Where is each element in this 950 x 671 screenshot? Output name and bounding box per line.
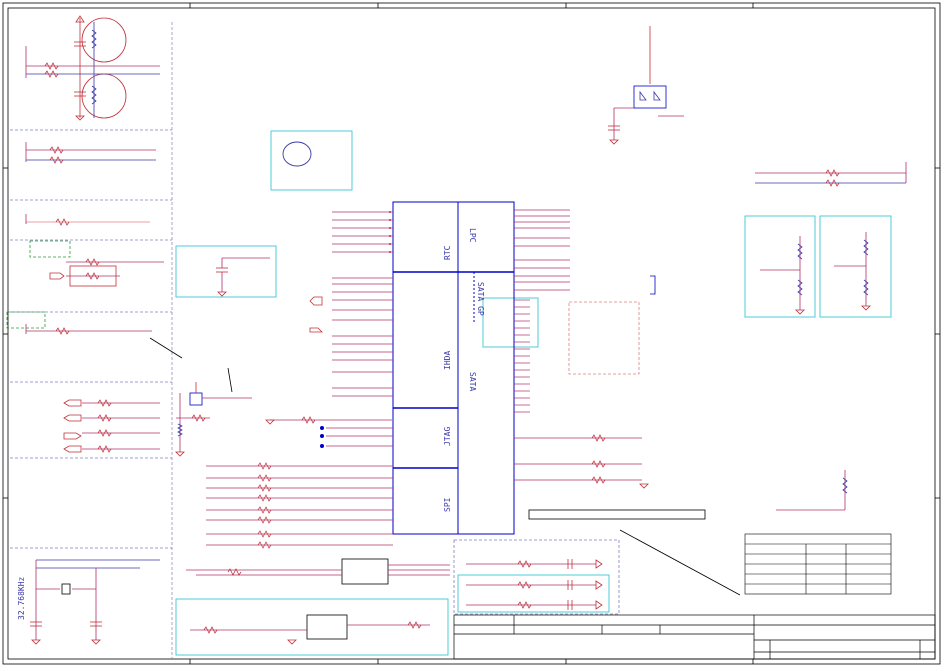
jtag-test-point <box>320 426 324 430</box>
ic-section-spi: SPI <box>443 497 452 512</box>
ic-section-jtag: JTAG <box>443 427 452 446</box>
pin-dot <box>389 235 391 237</box>
rtc-crystal-circuit <box>30 559 160 645</box>
bottom-capacitor-group <box>453 539 620 615</box>
power-switch-circuit <box>608 26 684 145</box>
pin-dot <box>389 243 391 245</box>
left-signal-connectors <box>63 399 160 453</box>
schematic-sheet: 32.768KHz RTC IHDA JTAG SPI LPC SATA SAT… <box>2 2 941 665</box>
pin-dot <box>389 211 391 213</box>
ic-section-lpc: LPC <box>468 228 477 243</box>
right-side-circuits <box>514 162 907 596</box>
left-panel-dividers <box>10 22 173 660</box>
revision-table <box>744 533 892 595</box>
logo-ellipse <box>282 141 312 167</box>
cyan-annotation-boxes <box>175 130 892 656</box>
ic-section-sata-gp: SATA GP <box>476 282 485 316</box>
ic-section-ihda: IHDA <box>443 351 452 370</box>
ic-section-sata: SATA <box>468 372 477 391</box>
crystal-label: 32.768KHz <box>17 576 26 620</box>
left-small-circuits <box>6 142 183 359</box>
sheet-frame <box>2 2 941 665</box>
pin-dot <box>389 219 391 221</box>
spi-resistor-array <box>206 462 393 549</box>
ic-section-rtc: RTC <box>443 245 452 260</box>
main-ic <box>392 201 515 535</box>
center-circuits <box>175 296 450 645</box>
decoupling-capacitor <box>216 257 270 297</box>
pin-dot <box>389 227 391 229</box>
rtc-battery-circuit <box>25 15 160 121</box>
title-block <box>453 614 936 660</box>
jtag-test-point <box>320 444 324 448</box>
jtag-test-point <box>320 434 324 438</box>
pin-dot <box>389 251 391 253</box>
